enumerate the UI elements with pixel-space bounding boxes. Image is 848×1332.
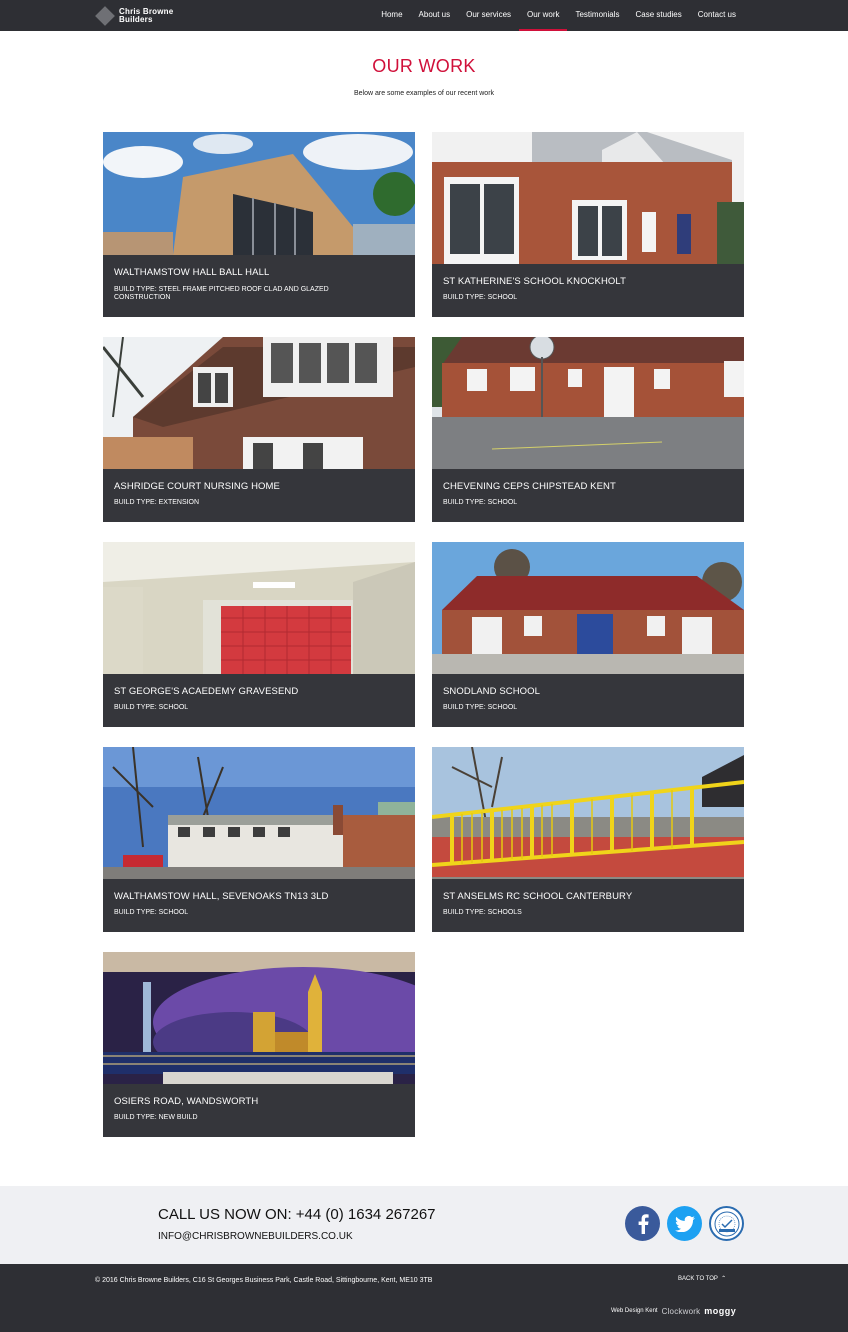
project-card-walthamstow-ball-hall[interactable]: WALTHAMSTOW HALL BALL HALL BUILD TYPE: S… (103, 132, 415, 317)
project-photo (103, 747, 415, 879)
back-to-top-label: BACK TO TOP (678, 1276, 718, 1282)
project-photo (432, 542, 744, 674)
project-card-ashridge-court[interactable]: ASHRIDGE COURT NURSING HOME BUILD TYPE: … (103, 337, 415, 522)
project-photo (103, 337, 415, 469)
twitter-icon[interactable] (667, 1206, 702, 1241)
project-photo (103, 132, 415, 255)
nav-case-studies[interactable]: Case studies (628, 0, 690, 31)
site-logo[interactable]: Chris Browne Builders (95, 4, 173, 28)
page-subtitle: Below are some examples of our recent wo… (353, 90, 495, 97)
nav-contact-us[interactable]: Contact us (690, 0, 744, 31)
logo-diamond-icon (95, 6, 115, 26)
page-title: OUR WORK (372, 56, 476, 76)
project-build-type: BUILD TYPE: SCHOOL (443, 704, 518, 711)
project-build-type: BUILD TYPE: SCHOOL (114, 704, 189, 711)
project-card-st-georges-academy[interactable]: ST GEORGE'S ACAEDEMY GRAVESEND BUILD TYP… (103, 542, 415, 727)
project-photo (103, 542, 415, 674)
main-nav: Home About us Our services Our work Test… (373, 0, 744, 31)
project-card-st-katherines[interactable]: ST KATHERINE'S SCHOOL KNOCKHOLT BUILD TY… (432, 132, 744, 317)
nav-home[interactable]: Home (373, 0, 410, 31)
project-card-chevening-ceps[interactable]: CHEVENING CEPS CHIPSTEAD KENT BUILD TYPE… (432, 337, 744, 522)
project-photo (432, 132, 744, 264)
clockwork-brand: Clockwork (661, 1306, 701, 1316)
contact-band: CALL US NOW ON: +44 (0) 1634 267267 INFO… (0, 1186, 848, 1264)
approved-badge-icon (709, 1206, 744, 1241)
chevron-up-icon: ⌃ (719, 1276, 727, 1282)
contact-email[interactable]: INFO@CHRISBROWNEBUILDERS.CO.UK (158, 1231, 353, 1242)
nav-about-us[interactable]: About us (411, 0, 459, 31)
credit-label: Web Design Kent (611, 1308, 658, 1314)
project-photo (432, 747, 744, 879)
project-title: ST GEORGE'S ACAEDEMY GRAVESEND (114, 686, 299, 697)
project-build-type: BUILD TYPE: STEEL FRAME PITCHED ROOF CLA… (114, 286, 329, 301)
web-design-credit[interactable]: Web Design Kent Clockwork moggy (611, 1306, 736, 1316)
project-title: SNODLAND SCHOOL (443, 686, 541, 697)
logo-line-2: Builders (119, 15, 153, 24)
copyright-text: © 2016 Chris Browne Builders, C16 St Geo… (95, 1277, 433, 1284)
project-card-snodland-school[interactable]: SNODLAND SCHOOL BUILD TYPE: SCHOOL (432, 542, 744, 727)
project-card-osiers-road[interactable]: OSIERS ROAD, WANDSWORTH BUILD TYPE: NEW … (103, 952, 415, 1137)
project-build-type: BUILD TYPE: SCHOOL (443, 499, 518, 506)
project-build-type: BUILD TYPE: SCHOOL (443, 294, 518, 301)
project-card-st-anselms[interactable]: ST ANSELMS RC SCHOOL CANTERBURY BUILD TY… (432, 747, 744, 932)
call-us-phone[interactable]: CALL US NOW ON: +44 (0) 1634 267267 (158, 1206, 436, 1223)
project-title: ST ANSELMS RC SCHOOL CANTERBURY (443, 891, 633, 902)
nav-our-work[interactable]: Our work (519, 0, 568, 31)
nav-testimonials[interactable]: Testimonials (567, 0, 627, 31)
project-build-type: BUILD TYPE: SCHOOL (114, 909, 189, 916)
top-navigation-bar: Chris Browne Builders Home About us Our … (0, 0, 848, 31)
project-build-type: BUILD TYPE: NEW BUILD (114, 1114, 198, 1121)
project-photo (103, 952, 415, 1084)
back-to-top-link[interactable]: BACK TO TOP ⌃ (678, 1275, 726, 1282)
footer-bar: © 2016 Chris Browne Builders, C16 St Geo… (0, 1264, 848, 1332)
project-title: OSIERS ROAD, WANDSWORTH (114, 1096, 259, 1107)
project-build-type: BUILD TYPE: SCHOOLS (443, 909, 522, 916)
project-title: ST KATHERINE'S SCHOOL KNOCKHOLT (443, 276, 626, 287)
project-build-type: BUILD TYPE: EXTENSION (114, 499, 200, 506)
project-title: CHEVENING CEPS CHIPSTEAD KENT (443, 481, 616, 492)
project-photo (432, 337, 744, 469)
project-title: WALTHAMSTOW HALL BALL HALL (114, 267, 270, 278)
moggy-brand: moggy (704, 1306, 737, 1316)
project-card-walthamstow-sevenoaks[interactable]: WALTHAMSTOW HALL, SEVENOAKS TN13 3LD BUI… (103, 747, 415, 932)
project-title: ASHRIDGE COURT NURSING HOME (114, 481, 280, 492)
project-title: WALTHAMSTOW HALL, SEVENOAKS TN13 3LD (114, 891, 329, 902)
nav-our-services[interactable]: Our services (458, 0, 519, 31)
facebook-icon[interactable] (625, 1206, 660, 1241)
